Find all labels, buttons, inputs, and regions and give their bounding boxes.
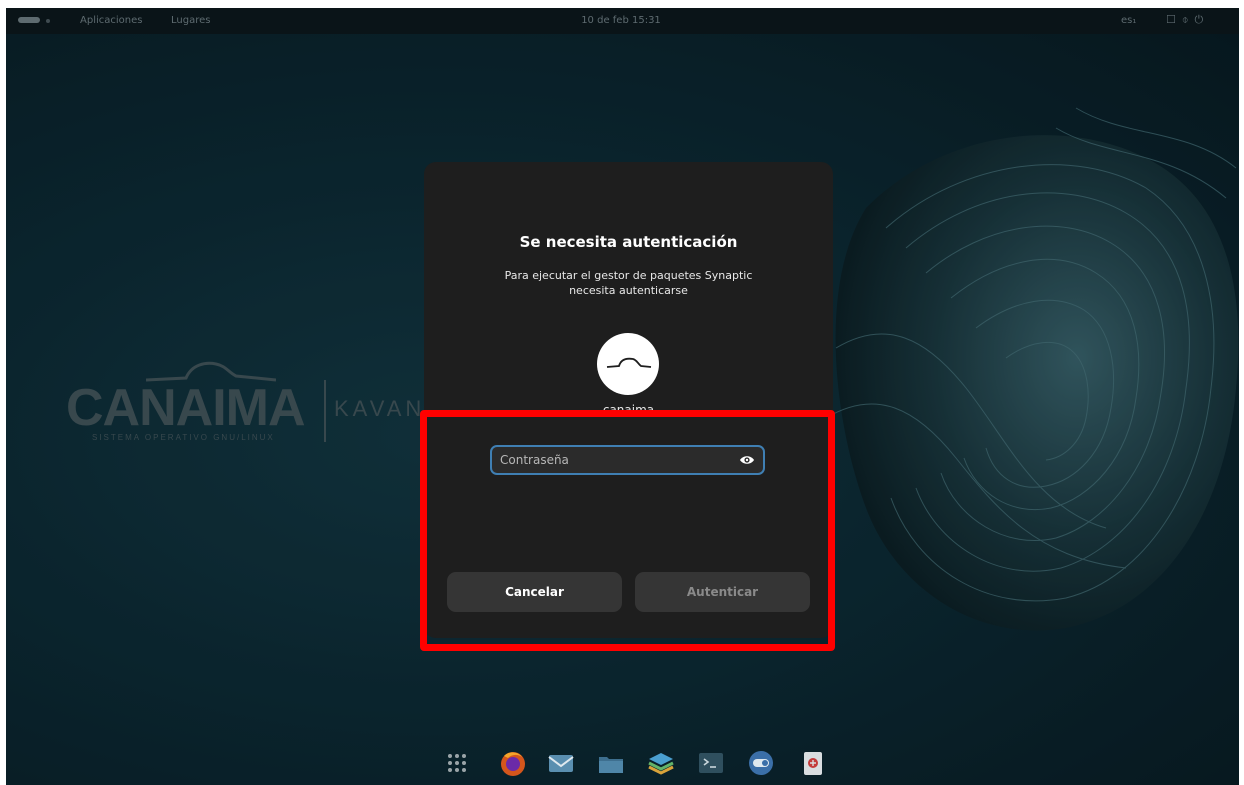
keyboard-language-indicator[interactable]: es₁ [1121,15,1136,26]
trash-icon[interactable] [798,748,828,778]
layers-icon[interactable] [646,748,676,778]
top-bar: Aplicaciones Lugares 10 de feb 15:31 es₁… [6,8,1239,34]
wallpaper-art [825,107,1239,631]
places-menu[interactable]: Lugares [171,15,210,26]
system-status-area[interactable]: ☐⌽⏻ [1166,13,1209,27]
dialog-title: Se necesita autenticación [519,233,738,251]
highlight-box [420,410,835,651]
logo-subtitle: SISTEMA OPERATIVO GNU/LINUX [92,433,275,442]
logo-separator [324,380,326,442]
dialog-message: Para ejecutar el gestor de paquetes Syna… [504,269,753,297]
screen-icon: ☐ [1166,13,1182,26]
network-icon: ⌽ [1181,13,1195,26]
workspace-dot-icon [46,19,50,23]
mail-icon[interactable] [546,748,576,778]
terminal-icon[interactable] [696,748,726,778]
logo-wordmark: CANAIMA [66,379,306,437]
firefox-icon[interactable] [498,748,528,778]
clock[interactable]: 10 de feb 15:31 [566,15,676,26]
dock [442,745,842,785]
activities-pill-icon[interactable] [18,17,40,23]
canaima-avatar-icon [597,333,659,395]
power-icon: ⏻ [1194,13,1210,26]
applications-menu[interactable]: Aplicaciones [80,15,142,26]
files-icon[interactable] [596,748,626,778]
app-grid-icon[interactable] [442,748,472,778]
desktop: CANAIMA SISTEMA OPERATIVO GNU/LINUX KAVA… [6,8,1239,785]
logo-edition: KAVAN [334,396,426,421]
toggle-icon[interactable] [746,748,776,778]
